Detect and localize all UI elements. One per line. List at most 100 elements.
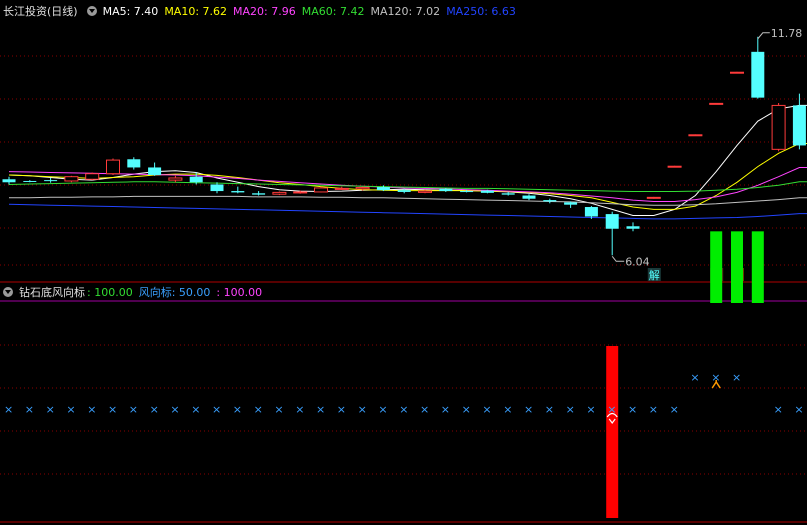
candle-body [189,176,203,183]
candle-body [355,187,370,190]
ma-legend-item: MA120: 7.02 [370,4,441,18]
wind-cross-marker: × [566,403,575,416]
candle-body [252,193,266,195]
candle-body [23,180,37,182]
candle-body [64,176,79,182]
diamond-bar [751,231,764,303]
signal-bar-red [606,346,619,518]
wind-cross-marker: × [545,403,554,416]
ma-line-ma60 [8,181,807,192]
wind-cross-marker: × [212,403,221,416]
ma-legend-item: MA20: 7.96 [233,4,296,18]
diamond-bar [710,231,723,303]
wind-cross-marker: × [170,403,179,416]
candle-body [626,226,640,229]
tag-tag_jie: 解 [649,268,660,282]
wind-cross-marker: × [420,403,429,416]
candle-body [730,71,744,74]
wind-cross-marker: × [25,403,34,416]
candle-body [460,191,474,193]
wind-cross-marker: × [191,403,200,416]
ma-legend: MA5: 7.40 MA10: 7.62 MA20: 7.96 MA60: 7.42 M… [103,5,522,18]
wind-cross-marker: × [129,403,138,416]
candle-body [127,159,141,168]
wind-cross-marker: × [254,403,263,416]
candle-body [709,102,724,105]
candle-body [168,177,183,181]
candle-body [564,202,578,205]
candle-body [667,165,682,168]
wind-cross-marker: × [150,403,159,416]
stock-title: 长江投资(日线) [3,5,78,18]
wind-cross-marker: × [732,371,741,384]
wind-cross-marker: × [87,403,96,416]
wind-cross-marker: × [690,371,699,384]
candle-body [584,207,598,217]
candle-body [771,104,786,150]
wind-cross-marker: × [358,403,367,416]
indicator-legend-item: 风向标: 50.00 [138,286,211,299]
wind-cross-marker: × [66,403,75,416]
ma-legend-item: MA5: 7.40 [102,4,159,18]
indicator-legend-item: : 100.00 [216,286,263,299]
candle-body [334,187,349,190]
wind-cross-marker: × [482,403,491,416]
wind-cross-marker: × [586,403,595,416]
low-pointer [611,255,625,262]
candle-body [2,179,16,183]
main-chart-header: 长江投资(日线) MA5: 7.40 MA10: 7.62 MA20: 7.96 MA… [0,2,522,20]
low-label: 6.04 [625,255,650,268]
wind-cross-marker: × [503,403,512,416]
candle-body [792,105,806,146]
candle-body [397,190,411,192]
candle-body [44,180,58,182]
wind-cross-marker: × [399,403,408,416]
wind-cross-marker: × [649,403,658,416]
candle-body [314,187,328,193]
chevron-down-icon[interactable] [3,287,13,297]
wind-cross-marker: × [274,403,283,416]
wind-cross-marker: × [108,403,117,416]
indicator-header: 钻石底风向标 : 100.00 风向标: 50.00 : 100.00 [0,283,268,301]
indicator-title: 钻石底风向标 [19,286,85,299]
wind-cross-marker: × [774,403,783,416]
wind-cross-marker: × [524,403,533,416]
high-pointer [757,32,770,40]
candle-body [376,187,390,191]
candle-body [439,188,453,192]
candle-body [543,200,557,202]
candle-body [231,191,245,193]
wind-cross-marker: × [670,403,679,416]
wind-cross-marker: × [794,403,803,416]
indicator-legend: : 100.00 风向标: 50.00 : 100.00 [87,284,268,300]
candle-body [751,51,765,98]
chart-canvas: 11.786.04解涨预××××××××××××××××××××××××××××… [0,27,807,523]
wind-cross-marker: × [628,403,637,416]
wind-cross-marker: × [378,403,387,416]
wind-cross-marker: × [337,403,346,416]
wind-cross-marker: × [441,403,450,416]
chevron-down-icon[interactable] [86,6,97,16]
diamond-bar [731,231,743,303]
candle-body [210,184,224,192]
candle-body [293,191,308,194]
wind-cross-marker: × [46,403,55,416]
candle-body [418,190,432,193]
ma-line-ma10 [8,143,807,210]
candle-body [646,196,661,199]
wind-cross-marker: × [233,403,242,416]
candle-body [688,134,703,137]
candle-body [272,191,287,195]
candle-body [605,214,619,229]
high-label: 11.78 [771,27,803,40]
candle-body [522,195,536,199]
indicator-legend-item: : 100.00 [87,286,133,299]
wind-cross-marker: × [316,403,325,416]
candle-body [148,167,162,175]
candle-body [501,193,515,195]
ma-legend-item: MA250: 6.63 [446,4,516,18]
ma-line-ma250 [8,203,807,220]
wind-cross-marker: × [462,403,471,416]
wind-cross-marker: × [295,403,304,416]
candle-body [106,159,120,175]
